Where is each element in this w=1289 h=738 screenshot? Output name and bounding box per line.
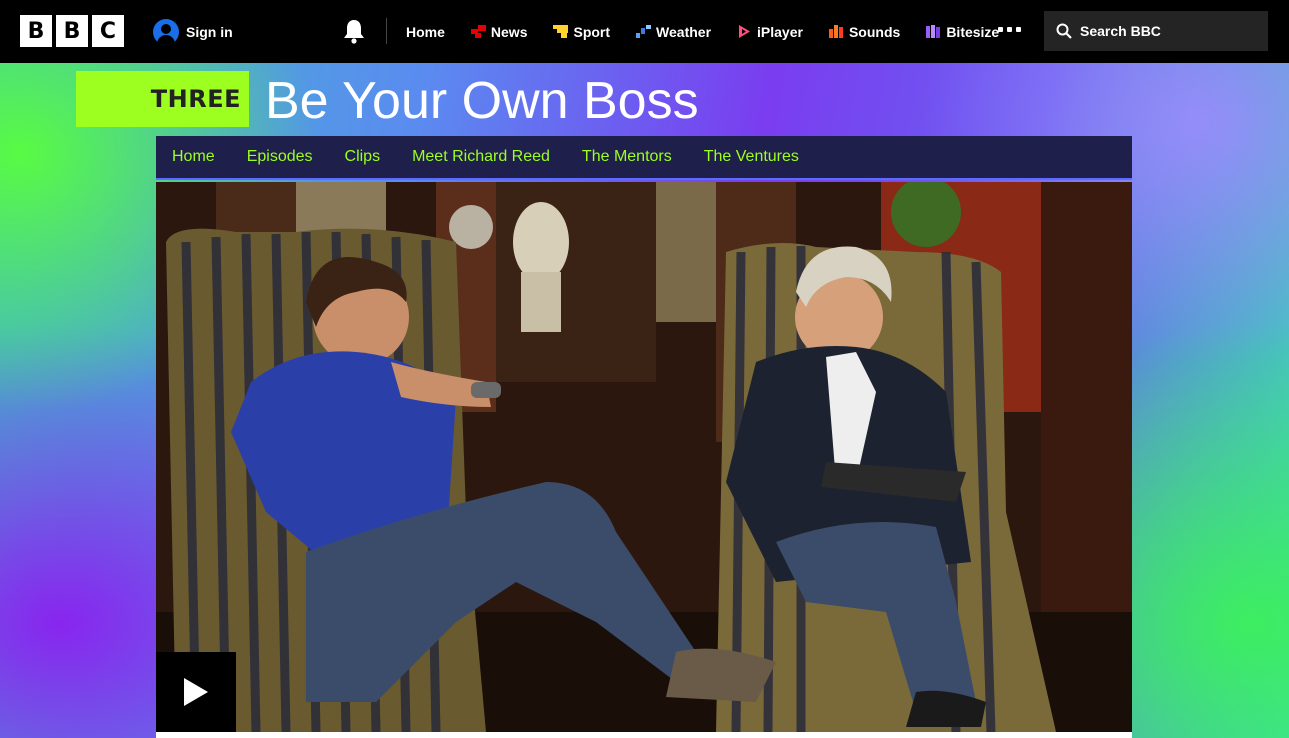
bbc-three-badge[interactable]: THREE [76, 71, 249, 127]
nav-sport[interactable]: Sport [553, 24, 610, 40]
nav-weather[interactable]: Weather [636, 24, 711, 40]
topbar-divider [386, 18, 387, 44]
nav-bitesize[interactable]: Bitesize [926, 24, 999, 40]
nav-label: Bitesize [946, 23, 1000, 40]
account-icon [153, 19, 179, 45]
nav-label: Sport [573, 23, 611, 40]
bbc-logo-block: B [56, 15, 88, 47]
more-dot [1007, 27, 1012, 32]
sport-icon [553, 25, 569, 38]
bbc-logo-block: B [20, 15, 52, 47]
show-hero: THREE Be Your Own Boss Home Episodes Cli… [0, 63, 1289, 738]
more-menu-icon[interactable] [998, 27, 1021, 32]
nav-label: iPlayer [757, 23, 803, 40]
video-still-image [156, 182, 1132, 732]
sign-in-button[interactable]: Sign in [153, 19, 233, 45]
bbc-main-nav: Home News Sport Weather iPlayer Sounds B… [406, 0, 1025, 63]
news-icon [470, 25, 486, 38]
weather-icon [636, 25, 652, 38]
subnav-the-mentors[interactable]: The Mentors [582, 148, 672, 166]
sign-in-label: Sign in [186, 24, 233, 40]
nav-news[interactable]: News [470, 23, 528, 40]
sounds-icon [828, 25, 843, 38]
iplayer-icon [739, 25, 751, 38]
search-icon [1056, 23, 1072, 39]
nav-sounds[interactable]: Sounds [828, 23, 901, 40]
subnav-episodes[interactable]: Episodes [247, 148, 313, 166]
channel-label: THREE [150, 85, 241, 113]
nav-iplayer[interactable]: iPlayer [737, 24, 803, 40]
nav-home[interactable]: Home [406, 24, 445, 40]
subnav-clips[interactable]: Clips [345, 148, 381, 166]
bbc-logo-block: C [92, 15, 124, 47]
nav-label: Sounds [848, 23, 901, 40]
bbc-logo[interactable]: B B C [20, 15, 124, 47]
show-subnav: Home Episodes Clips Meet Richard Reed Th… [156, 136, 1132, 180]
bbc-top-bar: B B C Sign in Home News Sport Weather iP… [0, 0, 1289, 63]
notifications-bell-icon[interactable] [342, 18, 366, 44]
bitesize-icon [926, 25, 941, 38]
show-title: Be Your Own Boss [265, 72, 699, 130]
subnav-meet-richard-reed[interactable]: Meet Richard Reed [412, 148, 550, 166]
nav-label: Weather [656, 23, 712, 40]
play-button[interactable] [156, 652, 236, 732]
nav-label: News [490, 23, 528, 40]
more-dot [1016, 27, 1021, 32]
content-bottom-strip [156, 732, 1132, 738]
search-bbc-field[interactable]: Search BBC [1044, 11, 1268, 51]
nav-label: Home [406, 23, 445, 40]
search-placeholder: Search BBC [1080, 23, 1161, 39]
video-player[interactable] [156, 182, 1132, 732]
subnav-home[interactable]: Home [172, 148, 215, 166]
play-icon [184, 678, 208, 706]
subnav-the-ventures[interactable]: The Ventures [704, 148, 799, 166]
more-dot [998, 27, 1003, 32]
